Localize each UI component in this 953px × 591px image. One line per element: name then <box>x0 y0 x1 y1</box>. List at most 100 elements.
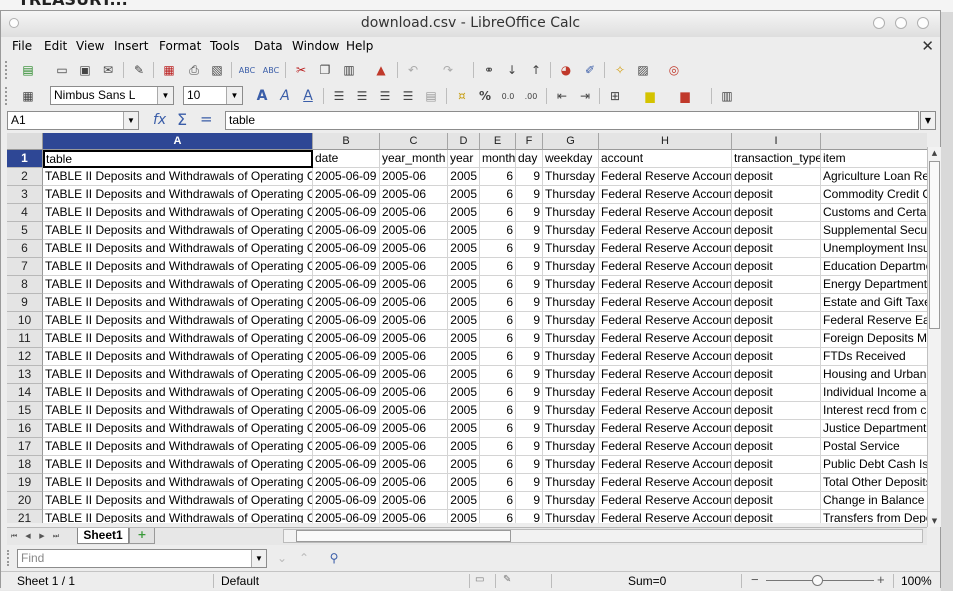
table-cell[interactable]: 9 <box>516 420 543 438</box>
row-header[interactable]: 17 <box>7 438 43 456</box>
sheet-tab[interactable]: Sheet1 <box>77 528 129 544</box>
first-sheet-icon[interactable]: ⏮ <box>9 530 19 542</box>
table-cell[interactable]: 2005 <box>448 294 480 312</box>
table-cell[interactable]: 6 <box>480 222 516 240</box>
find-next-icon[interactable]: ⌃ <box>295 549 313 567</box>
table-cell[interactable]: 2005 <box>448 402 480 420</box>
table-cell[interactable]: 2005-06 <box>380 492 448 510</box>
table-cell[interactable]: 2005 <box>448 492 480 510</box>
table-cell[interactable]: year <box>448 150 480 168</box>
open-icon[interactable]: ▭ <box>53 61 71 79</box>
table-cell[interactable]: Federal Reserve Account <box>599 276 732 294</box>
table-cell[interactable]: 2005-06-09 <box>313 204 380 222</box>
table-cell[interactable]: 2005-06 <box>380 474 448 492</box>
table-cell[interactable]: TABLE II Deposits and Withdrawals of Ope… <box>43 312 313 330</box>
row-header[interactable]: 6 <box>7 240 43 258</box>
row-header[interactable]: 1 <box>7 150 43 168</box>
table-cell[interactable]: 9 <box>516 384 543 402</box>
table-cell[interactable]: 9 <box>516 438 543 456</box>
table-cell[interactable]: 9 <box>516 204 543 222</box>
close-window-icon[interactable] <box>917 17 929 29</box>
table-cell[interactable]: Federal Reserve Account <box>599 204 732 222</box>
table-cell[interactable]: Agriculture Loan Repayments <box>821 168 927 186</box>
table-cell[interactable]: deposit <box>732 456 821 474</box>
zoom-in-icon[interactable]: + <box>877 572 885 587</box>
merge-cells-icon[interactable]: ▤ <box>422 87 440 105</box>
toolbar-grip[interactable] <box>7 550 13 566</box>
spreadsheet-grid[interactable]: A B C D E F G H I 1 table date year_month year month da… <box>7 133 927 523</box>
table-cell[interactable]: 6 <box>480 456 516 474</box>
table-cell[interactable]: deposit <box>732 312 821 330</box>
table-cell[interactable]: deposit <box>732 168 821 186</box>
row-header[interactable]: 11 <box>7 330 43 348</box>
table-cell[interactable]: Supplemental Security <box>821 222 927 240</box>
table-cell[interactable]: 6 <box>480 312 516 330</box>
table-cell[interactable]: 2005-06 <box>380 384 448 402</box>
table-cell[interactable]: Federal Reserve Account <box>599 312 732 330</box>
column-header-g[interactable]: G <box>543 133 599 150</box>
zoom-level[interactable]: 100% <box>901 574 932 588</box>
table-cell[interactable]: TABLE II Deposits and Withdrawals of Ope… <box>43 456 313 474</box>
table-cell[interactable]: Federal Reserve Account <box>599 222 732 240</box>
table-cell[interactable]: Federal Reserve Account <box>599 438 732 456</box>
table-cell[interactable]: Thursday <box>543 420 599 438</box>
bold-icon[interactable]: A <box>253 87 271 105</box>
table-cell[interactable]: Thursday <box>543 348 599 366</box>
table-cell[interactable]: Federal Reserve Account <box>599 168 732 186</box>
table-cell[interactable]: Interest recd from cash <box>821 402 927 420</box>
table-cell[interactable]: Federal Reserve Account <box>599 330 732 348</box>
table-cell[interactable]: Thursday <box>543 384 599 402</box>
table-cell[interactable]: 2005 <box>448 258 480 276</box>
row-header[interactable]: 7 <box>7 258 43 276</box>
table-cell[interactable]: 2005-06-09 <box>313 276 380 294</box>
menu-data[interactable]: Data <box>254 39 283 53</box>
standard-format-icon[interactable]: 0.0 <box>499 87 517 105</box>
menu-tools[interactable]: Tools <box>210 39 240 53</box>
menu-window[interactable]: Window <box>292 39 339 53</box>
cut-icon[interactable]: ✂ <box>292 61 310 79</box>
decrease-indent-icon[interactable]: ⇤ <box>553 87 571 105</box>
table-cell[interactable]: 2005-06 <box>380 438 448 456</box>
table-cell[interactable]: Thursday <box>543 438 599 456</box>
table-cell[interactable]: TABLE II Deposits and Withdrawals of Ope… <box>43 384 313 402</box>
column-header-a[interactable]: A <box>43 133 313 150</box>
help-icon[interactable]: ◎ <box>665 61 683 79</box>
table-cell[interactable]: 2005-06 <box>380 168 448 186</box>
expand-formula-icon[interactable]: ▼ <box>920 111 936 130</box>
table-cell[interactable]: Education Department <box>821 258 927 276</box>
table-cell[interactable]: Foreign Deposits Military <box>821 330 927 348</box>
find-input[interactable]: Find ▼ <box>17 549 267 568</box>
table-cell[interactable]: 9 <box>516 168 543 186</box>
table-cell[interactable]: 9 <box>516 222 543 240</box>
save-icon[interactable]: ▣ <box>76 61 94 79</box>
table-cell[interactable]: 2005-06 <box>380 456 448 474</box>
table-cell[interactable]: 9 <box>516 456 543 474</box>
table-cell[interactable]: 9 <box>516 348 543 366</box>
table-cell[interactable]: 9 <box>516 240 543 258</box>
formula-input[interactable]: table <box>225 111 919 130</box>
table-cell[interactable]: Federal Reserve Account <box>599 384 732 402</box>
chevron-down-icon[interactable]: ▼ <box>123 112 138 129</box>
table-cell[interactable]: Change in Balance of <box>821 492 927 510</box>
table-cell[interactable]: Thursday <box>543 510 599 523</box>
row-header[interactable]: 19 <box>7 474 43 492</box>
sort-descending-icon[interactable]: ↑ <box>527 61 545 79</box>
table-cell[interactable]: 9 <box>516 474 543 492</box>
print-icon[interactable]: ⎙ <box>185 61 203 79</box>
hyperlink-icon[interactable]: ⚭ <box>480 61 498 79</box>
table-cell[interactable]: Housing and Urban Dev <box>821 366 927 384</box>
row-header[interactable]: 9 <box>7 294 43 312</box>
table-cell[interactable]: deposit <box>732 276 821 294</box>
table-cell[interactable]: Thursday <box>543 402 599 420</box>
table-cell[interactable]: Federal Reserve Account <box>599 510 732 523</box>
table-cell[interactable]: deposit <box>732 258 821 276</box>
table-cell[interactable]: Thursday <box>543 294 599 312</box>
table-cell[interactable]: TABLE II Deposits and Withdrawals of Ope… <box>43 222 313 240</box>
table-cell[interactable]: 6 <box>480 258 516 276</box>
table-cell[interactable]: year_month <box>380 150 448 168</box>
table-cell[interactable]: 9 <box>516 312 543 330</box>
table-cell[interactable]: 2005 <box>448 222 480 240</box>
print-preview-icon[interactable]: ▧ <box>208 61 226 79</box>
table-cell[interactable]: deposit <box>732 348 821 366</box>
table-cell[interactable]: Estate and Gift Taxes <box>821 294 927 312</box>
